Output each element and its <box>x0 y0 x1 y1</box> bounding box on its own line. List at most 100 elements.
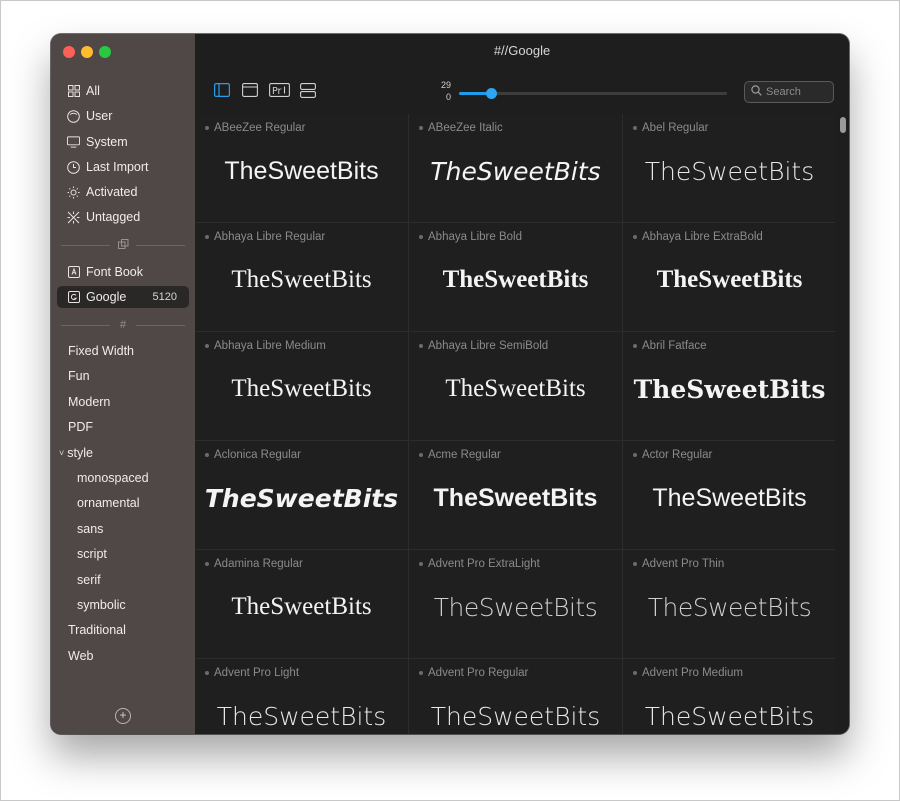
font-card[interactable]: Advent Pro Regular TheSweetBits <box>409 659 622 734</box>
font-name: Abhaya Libre ExtraBold <box>642 231 763 243</box>
font-card[interactable]: Abhaya Libre SemiBold TheSweetBits <box>409 332 622 440</box>
font-card[interactable]: Abhaya Libre Medium TheSweetBits <box>195 332 408 440</box>
font-card[interactable]: Advent Pro Medium TheSweetBits <box>623 659 835 734</box>
font-card[interactable]: Abhaya Libre Bold TheSweetBits <box>409 223 622 331</box>
sidebar-item-font-book[interactable]: Font Book <box>57 261 189 283</box>
font-card[interactable]: Abhaya Libre ExtraBold TheSweetBits <box>623 223 835 331</box>
font-sample: TheSweetBits <box>224 156 379 185</box>
tag-label: script <box>77 547 107 561</box>
window-controls <box>63 46 111 58</box>
status-dot-icon <box>419 235 423 239</box>
font-sample: TheSweetBits <box>430 156 601 186</box>
google-icon <box>67 291 80 304</box>
font-sample: TheSweetBits <box>430 701 601 731</box>
tag-label: serif <box>77 573 101 587</box>
tag-item[interactable]: sans <box>77 519 103 539</box>
tag-item[interactable]: Modern <box>68 392 110 412</box>
window-icon <box>242 83 258 97</box>
font-card[interactable]: Abril Fatface TheSweetBits <box>623 332 835 440</box>
sidebar-item-user[interactable]: User <box>57 105 189 127</box>
sidebar-item-google[interactable]: Google 5120 <box>57 286 189 308</box>
sidebar-item-last-import[interactable]: Last Import <box>57 156 189 178</box>
font-card-header: ABeeZee Regular <box>205 122 305 134</box>
window-view-button[interactable] <box>242 83 260 99</box>
tag-item[interactable]: monospaced <box>77 468 149 488</box>
size-slider-knob[interactable] <box>486 88 497 99</box>
size-min: 0 <box>445 92 451 102</box>
zoom-window-button[interactable] <box>99 46 111 58</box>
tag-item[interactable]: PDF <box>68 417 93 437</box>
tag-label: Fun <box>68 369 90 383</box>
tag-item[interactable]: ˅ style <box>59 443 93 463</box>
font-card[interactable]: ABeeZee Regular TheSweetBits <box>195 114 408 222</box>
font-card[interactable]: Actor Regular TheSweetBits <box>623 441 835 549</box>
size-value: 29 <box>440 80 451 90</box>
font-card-header: Adamina Regular <box>205 558 303 570</box>
font-card[interactable]: Abel Regular TheSweetBits <box>623 114 835 222</box>
font-name: Advent Pro Light <box>214 667 300 679</box>
tag-item[interactable]: script <box>77 544 107 564</box>
font-card[interactable]: Advent Pro ExtraLight TheSweetBits <box>409 550 622 658</box>
tag-item[interactable]: symbolic <box>77 595 126 615</box>
status-dot-icon <box>633 453 637 457</box>
status-dot-icon <box>419 453 423 457</box>
preview-text-icon: Pr <box>269 83 290 97</box>
sidebar-item-label: Untagged <box>86 210 141 224</box>
sidebar-toggle-button[interactable] <box>214 83 232 99</box>
font-name: ABeeZee Italic <box>428 122 503 134</box>
sidebar-item-untagged[interactable]: Untagged <box>57 206 189 228</box>
sidebar-item-all[interactable]: All <box>57 80 189 102</box>
font-name: Adamina Regular <box>214 558 303 570</box>
search-field[interactable]: Search <box>744 81 834 103</box>
preview-text-button[interactable]: Pr <box>269 83 291 99</box>
font-sample: TheSweetBits <box>231 266 372 293</box>
split-view-button[interactable] <box>300 83 318 99</box>
sidebar-item-system[interactable]: System <box>57 131 189 153</box>
close-window-button[interactable] <box>63 46 75 58</box>
tag-label: PDF <box>68 420 93 434</box>
font-name: Abel Regular <box>642 122 709 134</box>
status-dot-icon <box>419 671 423 675</box>
main-pane: #//Google Pr 29 0 Search ABeeZee Regular… <box>195 34 849 734</box>
font-card[interactable]: ABeeZee Italic TheSweetBits <box>409 114 622 222</box>
svg-text:Pr: Pr <box>272 86 282 97</box>
tag-item[interactable]: serif <box>77 570 101 590</box>
add-collection-button[interactable]: + <box>115 708 131 724</box>
tag-item[interactable]: Web <box>68 646 93 666</box>
font-sample: TheSweetBits <box>633 374 826 404</box>
font-name: Abhaya Libre Medium <box>214 340 326 352</box>
tag-item[interactable]: Fun <box>68 366 90 386</box>
sidebar-item-label: Font Book <box>86 265 143 279</box>
font-name: Aclonica Regular <box>214 449 301 461</box>
toolbar: Pr 29 0 Search <box>195 76 849 106</box>
font-card-header: ABeeZee Italic <box>419 122 503 134</box>
monitor-icon <box>67 136 80 149</box>
tag-item[interactable]: Fixed Width <box>68 341 134 361</box>
font-card-header: Advent Pro Thin <box>633 558 724 570</box>
font-card[interactable]: Acme Regular TheSweetBits <box>409 441 622 549</box>
font-card[interactable]: Advent Pro Thin TheSweetBits <box>623 550 835 658</box>
sidebar-item-activated[interactable]: Activated <box>57 181 189 203</box>
chevron-down-icon[interactable]: ˅ <box>59 448 64 458</box>
tag-label: sans <box>77 522 104 536</box>
font-grid: ABeeZee Regular TheSweetBits ABeeZee Itali… <box>195 114 835 734</box>
font-name: Abhaya Libre Bold <box>428 231 522 243</box>
status-dot-icon <box>205 453 209 457</box>
status-dot-icon <box>205 235 209 239</box>
font-sample: TheSweetBits <box>231 593 372 620</box>
minimize-window-button[interactable] <box>81 46 93 58</box>
font-card[interactable]: Advent Pro Light TheSweetBits <box>195 659 408 734</box>
grid-scrollbar[interactable] <box>840 117 846 133</box>
font-card[interactable]: Abhaya Libre Regular TheSweetBits <box>195 223 408 331</box>
font-card[interactable]: Aclonica Regular TheSweetBits <box>195 441 408 549</box>
app-window: All User System Last Import Activated Un… <box>51 34 849 734</box>
collections-icon <box>116 238 130 252</box>
sidebar: All User System Last Import Activated Un… <box>51 34 195 734</box>
font-sample: TheSweetBits <box>216 701 387 731</box>
tag-item[interactable]: ornamental <box>77 493 140 513</box>
font-card-header: Advent Pro Light <box>205 667 299 679</box>
font-card[interactable]: Adamina Regular TheSweetBits <box>195 550 408 658</box>
font-card-header: Abhaya Libre Medium <box>205 340 326 352</box>
size-slider-track[interactable] <box>459 88 727 99</box>
tag-item[interactable]: Traditional <box>68 620 126 640</box>
